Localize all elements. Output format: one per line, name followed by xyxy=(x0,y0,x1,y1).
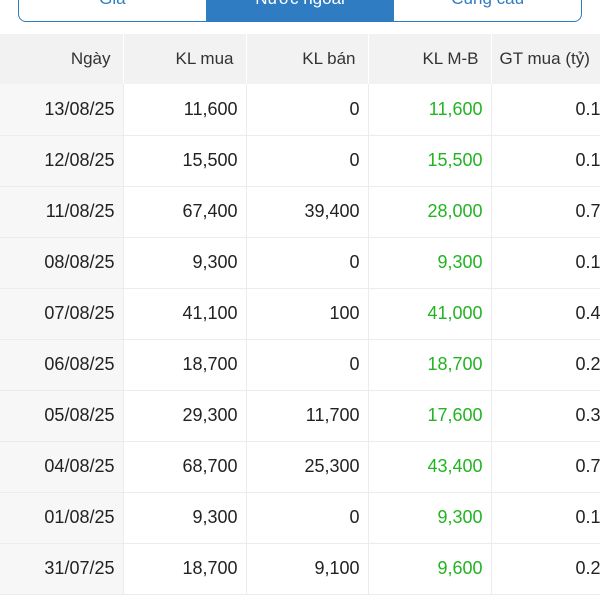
sell-volume-cell: 25,300 xyxy=(245,441,368,493)
tab-foreign[interactable]: Nước ngoài xyxy=(206,0,395,21)
header-sell-volume[interactable]: KL bán xyxy=(246,34,369,84)
header-buy-volume[interactable]: KL mua xyxy=(123,34,247,84)
buy-value-cell: 0.79 xyxy=(490,186,600,238)
sell-volume-cell: 0 xyxy=(245,492,368,544)
tab-supply-demand[interactable]: Cung cầu xyxy=(394,0,581,21)
table-row: 01/08/25 9,300 0 9,300 0.10 xyxy=(0,492,600,544)
net-volume-cell: 41,000 xyxy=(367,288,491,340)
table-row: 31/07/25 18,700 9,100 9,600 0.2 xyxy=(0,543,600,595)
sell-volume-cell: 11,700 xyxy=(245,390,368,442)
table-row: 11/08/25 67,400 39,400 28,000 0.79 xyxy=(0,186,600,238)
date-cell: 13/08/25 xyxy=(0,84,123,136)
date-cell: 07/08/25 xyxy=(0,288,123,340)
buy-volume-cell: 29,300 xyxy=(122,390,246,442)
date-cell: 06/08/25 xyxy=(0,339,123,391)
buy-value-cell: 0.13 xyxy=(490,84,600,136)
sell-volume-cell: 0 xyxy=(245,84,368,136)
buy-value-cell: 0.34 xyxy=(490,390,600,442)
date-cell: 31/07/25 xyxy=(0,543,123,595)
buy-volume-cell: 41,100 xyxy=(122,288,246,340)
table-row: 08/08/25 9,300 0 9,300 0.1 xyxy=(0,237,600,289)
date-cell: 04/08/25 xyxy=(0,441,123,493)
date-cell: 01/08/25 xyxy=(0,492,123,544)
header-date[interactable]: Ngày xyxy=(0,34,124,84)
table-header-row: Ngày KL mua KL bán KL M-B GT mua (tỷ) xyxy=(0,34,600,84)
table-row: 12/08/25 15,500 0 15,500 0.18 xyxy=(0,135,600,187)
buy-volume-cell: 18,700 xyxy=(122,339,246,391)
table-row: 06/08/25 18,700 0 18,700 0.2 xyxy=(0,339,600,391)
date-cell: 05/08/25 xyxy=(0,390,123,442)
header-net-volume[interactable]: KL M-B xyxy=(368,34,492,84)
net-volume-cell: 28,000 xyxy=(367,186,491,238)
buy-volume-cell: 15,500 xyxy=(122,135,246,187)
buy-value-cell: 0.10 xyxy=(490,492,600,544)
buy-value-cell: 0.1 xyxy=(490,237,600,289)
table-row: 13/08/25 11,600 0 11,600 0.13 xyxy=(0,84,600,136)
buy-volume-cell: 9,300 xyxy=(122,237,246,289)
table-row: 05/08/25 29,300 11,700 17,600 0.34 xyxy=(0,390,600,442)
table-row: 07/08/25 41,100 100 41,000 0.47 xyxy=(0,288,600,340)
sell-volume-cell: 0 xyxy=(245,237,368,289)
buy-value-cell: 0.47 xyxy=(490,288,600,340)
buy-volume-cell: 18,700 xyxy=(122,543,246,595)
net-volume-cell: 9,300 xyxy=(367,492,491,544)
header-buy-value[interactable]: GT mua (tỷ) xyxy=(491,34,600,84)
net-volume-cell: 43,400 xyxy=(367,441,491,493)
net-volume-cell: 9,600 xyxy=(367,543,491,595)
table-row: 04/08/25 68,700 25,300 43,400 0.78 xyxy=(0,441,600,493)
date-cell: 11/08/25 xyxy=(0,186,123,238)
buy-value-cell: 0.2 xyxy=(490,543,600,595)
net-volume-cell: 17,600 xyxy=(367,390,491,442)
sell-volume-cell: 9,100 xyxy=(245,543,368,595)
foreign-trading-table-container[interactable]: Ngày KL mua KL bán KL M-B GT mua (tỷ) 13… xyxy=(0,34,600,600)
buy-value-cell: 0.2 xyxy=(490,339,600,391)
net-volume-cell: 18,700 xyxy=(367,339,491,391)
sell-volume-cell: 100 xyxy=(245,288,368,340)
buy-volume-cell: 67,400 xyxy=(122,186,246,238)
date-cell: 08/08/25 xyxy=(0,237,123,289)
date-cell: 12/08/25 xyxy=(0,135,123,187)
sell-volume-cell: 0 xyxy=(245,135,368,187)
sell-volume-cell: 0 xyxy=(245,339,368,391)
buy-value-cell: 0.18 xyxy=(490,135,600,187)
tab-price[interactable]: Giá xyxy=(19,0,207,21)
foreign-trading-table: Ngày KL mua KL bán KL M-B GT mua (tỷ) 13… xyxy=(0,34,600,595)
buy-volume-cell: 68,700 xyxy=(122,441,246,493)
segmented-control: Giá Nước ngoài Cung cầu xyxy=(18,0,582,22)
buy-value-cell: 0.78 xyxy=(490,441,600,493)
sell-volume-cell: 39,400 xyxy=(245,186,368,238)
buy-volume-cell: 9,300 xyxy=(122,492,246,544)
buy-volume-cell: 11,600 xyxy=(122,84,246,136)
net-volume-cell: 9,300 xyxy=(367,237,491,289)
net-volume-cell: 15,500 xyxy=(367,135,491,187)
net-volume-cell: 11,600 xyxy=(367,84,491,136)
